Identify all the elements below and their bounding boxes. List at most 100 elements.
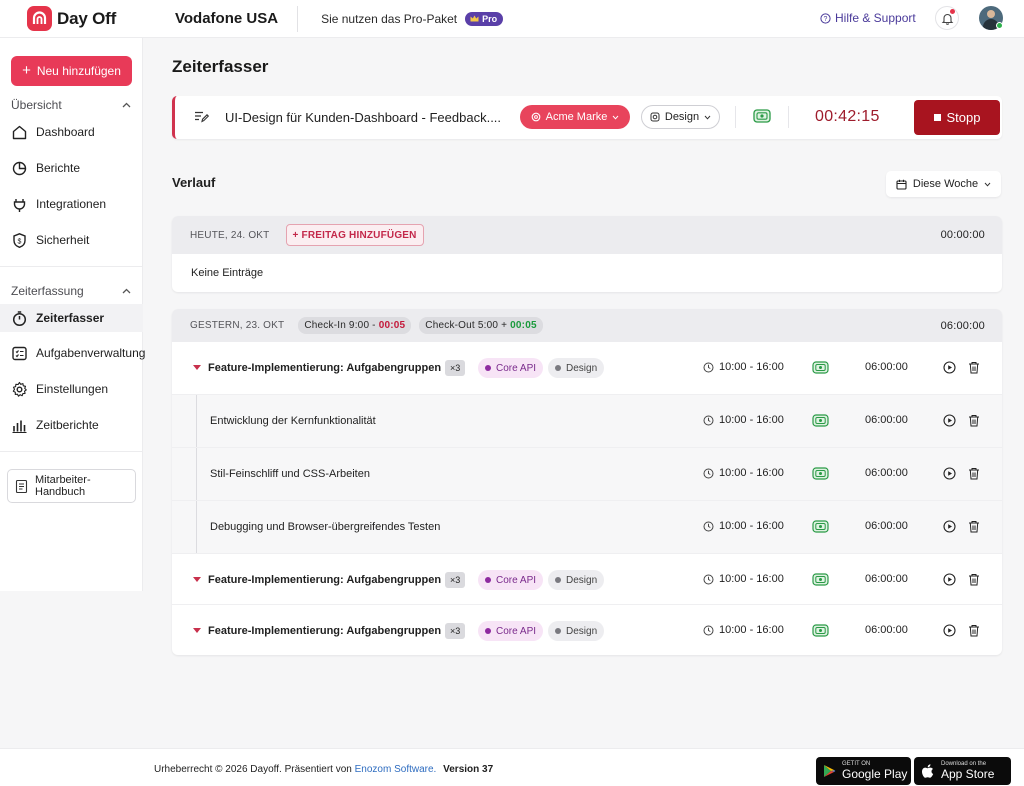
edit-description-icon[interactable] [194,110,209,123]
project-select[interactable]: Design [641,105,720,129]
day-total: 00:00:00 [940,229,985,241]
google-play-badge[interactable]: GETIT ON Google Play [816,757,911,785]
day-label: HEUTE, 24. OKT [190,229,270,241]
app-store-badge[interactable]: Download on the App Store [914,757,1011,785]
sidebar-item-time-reports[interactable]: Zeitberichte [0,411,143,439]
play-icon[interactable] [943,414,956,427]
entry-time-range[interactable]: 10:00 - 16:00 [703,467,784,479]
collapse-caret-icon[interactable] [193,577,201,582]
billable-icon[interactable] [812,361,829,374]
billable-icon[interactable] [812,414,829,427]
stop-timer-label: Stopp [946,110,981,125]
stop-icon [933,114,941,121]
project-select-label: Design [664,111,700,123]
entry-duration: 06:00:00 [865,414,908,426]
notifications-button[interactable] [935,6,959,30]
handbook-line-2: Handbuch [35,486,86,498]
trash-icon[interactable] [968,414,980,427]
time-range-label: 10:00 - 16:00 [719,467,784,479]
svg-text:$: $ [18,238,22,245]
stop-timer-button[interactable]: Stopp [914,100,1000,135]
day-header: GESTERN, 23. OKT Check-In 9:00 - 00:05 C… [172,309,1002,342]
pro-badge: Pro [465,11,504,26]
time-entry-group[interactable]: Feature-Implementierung: Aufgabengruppen… [172,605,1002,655]
gear-icon [12,381,27,397]
add-friday-button[interactable]: + FREITAG HINZUFÜGEN [285,224,424,246]
section-overview-label: Übersicht [11,98,62,112]
shield-icon: $ [13,232,26,248]
time-entry-group[interactable]: Feature-Implementierung: Aufgabengruppen… [172,554,1002,605]
collapse-caret-icon[interactable] [193,628,201,633]
tag-core-api: Core API [478,570,544,590]
employee-handbook-button[interactable]: Mitarbeiter- Handbuch [7,469,136,503]
day-header: HEUTE, 24. OKT + FREITAG HINZUFÜGEN 00:0… [172,216,1002,254]
footer-copyright: Urheberrecht © 2026 Dayoff. Präsentiert … [154,764,493,775]
sidebar-item-task-management[interactable]: Aufgabenverwaltung [0,339,145,367]
billable-icon[interactable] [812,467,829,480]
entry-time-range[interactable]: 10:00 - 16:00 [703,361,784,373]
entry-title: Feature-Implementierung: Aufgabengruppen [208,574,442,586]
sidebar-item-label: Einstellungen [36,382,109,396]
time-entry-sub[interactable]: Stil-Feinschliff und CSS-Arbeiten 10:00 … [172,448,1002,501]
section-time-tracking-toggle[interactable]: Zeiterfassung [11,284,131,298]
play-icon[interactable] [943,573,956,586]
billable-icon[interactable] [812,520,829,533]
trash-icon[interactable] [968,361,980,374]
tag-label: Design [566,362,598,374]
timer-description[interactable]: UI-Design für Kunden-Dashboard - Feedbac… [225,110,501,125]
time-entry-sub[interactable]: Debugging und Browser-übergreifendes Tes… [172,501,1002,554]
app-logo[interactable]: Day Off [0,0,144,38]
add-new-button[interactable]: + Neu hinzufügen [11,56,132,86]
entry-time-range[interactable]: 10:00 - 16:00 [703,520,784,532]
plug-icon [13,198,26,212]
bar-chart-icon [12,420,27,433]
trash-icon[interactable] [968,573,980,586]
time-range-label: 10:00 - 16:00 [719,520,784,532]
date-range-select[interactable]: Diese Woche [886,171,1001,197]
book-icon [15,479,28,493]
help-support-link[interactable]: ? Hilfe & Support [820,11,916,25]
sidebar-item-settings[interactable]: Einstellungen [0,375,143,403]
entry-time-range[interactable]: 10:00 - 16:00 [703,573,784,585]
google-play-big-text: Google Play [842,767,908,781]
sidebar-item-dashboard[interactable]: Dashboard [0,118,143,146]
sidebar-item-label: Dashboard [36,125,95,139]
entry-time-range[interactable]: 10:00 - 16:00 [703,414,784,426]
play-icon[interactable] [943,361,956,374]
client-select[interactable]: Acme Marke [520,105,630,129]
trash-icon[interactable] [968,520,980,533]
play-icon[interactable] [943,520,956,533]
sidebar-divider [0,451,143,452]
sidebar-item-label: Zeiterfasser [36,311,105,325]
handbook-line-1: Mitarbeiter- [35,474,91,486]
company-link[interactable]: Enozom Software. [355,764,437,775]
billable-icon[interactable] [812,573,829,586]
play-icon[interactable] [943,467,956,480]
entry-title: Feature-Implementierung: Aufgabengruppen [208,625,442,637]
sidebar-item-time-tracker[interactable]: Zeiterfasser [0,304,143,332]
entry-duration: 06:00:00 [865,573,908,585]
tag-design: Design [548,358,605,378]
billable-icon[interactable] [812,624,829,637]
day-group-today: HEUTE, 24. OKT + FREITAG HINZUFÜGEN 00:0… [172,216,1002,292]
billable-icon[interactable] [753,109,771,123]
play-icon[interactable] [943,624,956,637]
entry-time-range[interactable]: 10:00 - 16:00 [703,624,784,636]
sidebar-item-reports[interactable]: Berichte [0,154,143,182]
entry-title: Stil-Feinschliff und CSS-Arbeiten [210,468,370,480]
sidebar-item-label: Berichte [36,161,81,175]
employee-handbook-label: Mitarbeiter- Handbuch [35,474,91,498]
client-select-label: Acme Marke [545,111,608,123]
trash-icon[interactable] [968,467,980,480]
section-overview-toggle[interactable]: Übersicht [11,98,131,112]
trash-icon[interactable] [968,624,980,637]
sidebar-item-integrations[interactable]: Integrationen [0,190,143,218]
sidebar-item-security[interactable]: $ Sicherheit [0,226,143,254]
clock-icon [703,468,714,478]
tag-label: Core API [496,625,537,637]
top-bar: Day Off Vodafone USA Sie nutzen das Pro-… [0,0,1024,38]
collapse-caret-icon[interactable] [193,365,201,370]
time-entry-group[interactable]: Feature-Implementierung: Aufgabengruppen… [172,342,1002,395]
time-entry-sub[interactable]: Entwicklung der Kernfunktionalität 10:00… [172,395,1002,448]
day-group-yesterday: GESTERN, 23. OKT Check-In 9:00 - 00:05 C… [172,309,1002,655]
